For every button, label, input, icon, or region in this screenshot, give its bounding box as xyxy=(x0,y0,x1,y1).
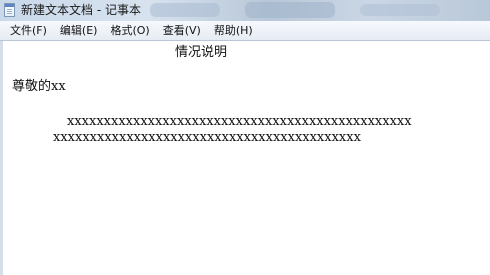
window-title: 新建文本文档 - 记事本 xyxy=(21,3,141,17)
menu-help[interactable]: 帮助(H) xyxy=(214,24,253,38)
menu-bar: 文件(F) 编辑(E) 格式(O) 查看(V) 帮助(H) xyxy=(0,21,490,41)
menu-file[interactable]: 文件(F) xyxy=(10,24,47,38)
document-greeting: 尊敬的xx xyxy=(12,79,66,94)
document-title: 情况说明 xyxy=(175,45,228,60)
title-bar[interactable]: 新建文本文档 - 记事本 xyxy=(0,0,490,21)
document-line: xxxxxxxxxxxxxxxxxxxxxxxxxxxxxxxxxxxxxxxx… xyxy=(53,130,361,145)
menu-edit[interactable]: 编辑(E) xyxy=(60,24,98,38)
menu-format[interactable]: 格式(O) xyxy=(110,24,149,38)
menu-view[interactable]: 查看(V) xyxy=(163,24,201,38)
title-bar-glass-blur xyxy=(150,3,220,17)
notepad-icon xyxy=(4,3,15,17)
title-bar-glass-blur xyxy=(245,2,335,18)
text-editor-area[interactable]: 情况说明 尊敬的xx xxxxxxxxxxxxxxxxxxxxxxxxxxxxx… xyxy=(0,41,490,275)
title-bar-glass-blur xyxy=(360,4,440,16)
document-line: xxxxxxxxxxxxxxxxxxxxxxxxxxxxxxxxxxxxxxxx… xyxy=(67,114,412,129)
notepad-window: 新建文本文档 - 记事本 文件(F) 编辑(E) 格式(O) 查看(V) 帮助(… xyxy=(0,0,490,275)
